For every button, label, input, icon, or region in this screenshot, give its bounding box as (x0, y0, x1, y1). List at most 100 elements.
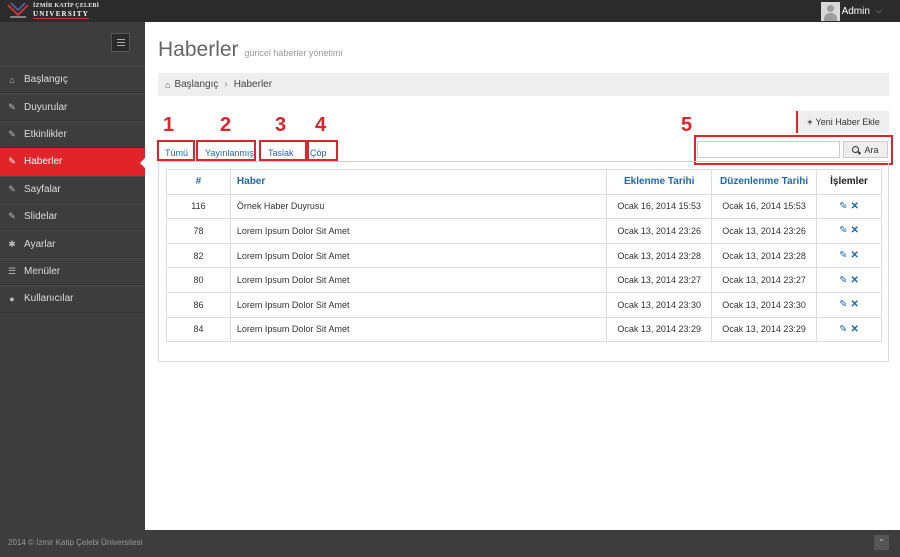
page-subtitle: güncel haberler yönetimi (244, 48, 343, 58)
sidebar-item-label: Duyurular (24, 101, 68, 113)
edit-icon[interactable]: ✎ (839, 250, 847, 261)
edit-icon: ✎ (8, 211, 16, 222)
delete-icon[interactable]: ✕ (851, 250, 859, 261)
edit-icon[interactable]: ✎ (839, 275, 847, 286)
edit-icon: ✎ (8, 101, 16, 112)
footer: 2014 © İzmir Katip Çelebi Üniversitesi ⌃ (0, 530, 900, 557)
filter-trash-link[interactable]: Çöp (310, 148, 327, 158)
cell-actions: ✎ ✕ (816, 316, 882, 343)
filter-all-link[interactable]: Tümü (165, 148, 188, 158)
cell-created: Ocak 13, 2014 23:30 (606, 291, 713, 318)
breadcrumb-home-link[interactable]: Başlangıç (174, 79, 218, 90)
annotation-3: 3 (275, 114, 287, 136)
cell-actions: ✎ ✕ (816, 218, 882, 244)
user-menu[interactable]: Admin ⌵ (820, 0, 882, 22)
annotation-1: 1 (163, 114, 175, 136)
search-button-label: Ara (864, 144, 879, 155)
cell-actions: ✎ ✕ (816, 291, 882, 318)
cell-title[interactable]: Lorem Ipsum Dolor Sit Amet (229, 316, 608, 343)
edit-icon[interactable]: ✎ (839, 225, 847, 236)
cell-id: 86 (166, 291, 231, 318)
sidebar-item-label: Menüler (24, 265, 61, 277)
sidebar-item-sayfalar[interactable]: ✎ Sayfalar (0, 175, 145, 203)
cell-title[interactable]: Lorem Ipsum Dolor Sit Amet (229, 218, 608, 244)
edit-icon: ✎ (8, 183, 16, 194)
scroll-top-button[interactable]: ⌃ (874, 535, 889, 550)
cell-created: Ocak 13, 2014 23:28 (606, 242, 713, 269)
filter-published-link[interactable]: Yayınlanmış (205, 148, 254, 158)
cell-updated: Ocak 13, 2014 23:30 (711, 291, 818, 318)
sidebar-item-label: Başlangıç (24, 74, 68, 86)
page-title: Haberler (158, 38, 239, 61)
breadcrumb-current: Haberler (233, 79, 273, 90)
cell-title[interactable]: Lorem Ipsum Dolor Sit Amet (229, 242, 608, 269)
user-name: Admin (841, 5, 870, 17)
sidebar-item-duyurular[interactable]: ✎ Duyurular (0, 93, 145, 121)
plus-icon: + (807, 117, 813, 127)
cell-title[interactable]: Örnek Haber Duyrusu (229, 193, 608, 220)
page-header: Haberler güncel haberler yönetimi (158, 38, 342, 62)
sidebar-item-etkinlikler[interactable]: ✎ Etkinlikler (0, 120, 145, 149)
sidebar-item-ayarlar[interactable]: ✱ Ayarlar (0, 230, 145, 258)
cell-title[interactable]: Lorem Ipsum Dolor Sit Amet (229, 291, 608, 318)
cell-created: Ocak 13, 2014 23:29 (606, 316, 713, 343)
sidebar-nav: ⌂ Başlangıç ✎ Duyurular ✎ Etkinlikler ✎ … (0, 66, 146, 313)
sidebar-item-label: Kullanıcılar (24, 293, 74, 305)
sidebar-item-label: Etkinlikler (24, 128, 67, 140)
column-header-id[interactable]: # (166, 169, 231, 195)
search-input[interactable] (697, 141, 840, 158)
gear-icon: ✱ (8, 238, 16, 249)
sidebar-item-label: Haberler (24, 156, 63, 168)
sidebar-item-label: Ayarlar (24, 238, 56, 250)
edit-icon[interactable]: ✎ (839, 299, 847, 310)
cell-title[interactable]: Lorem Ipsum Dolor Sit Amet (229, 267, 608, 293)
sidebar-item-label: Slidelar (24, 211, 58, 223)
table-header-row: # Haber Eklenme Tarihi Düzenlenme Tarihi… (166, 169, 882, 195)
annotation-5: 5 (681, 114, 693, 136)
sidebar-item-kullanicilar[interactable]: ● Kullanıcılar (0, 285, 145, 313)
list-icon: ☰ (7, 265, 17, 276)
cell-updated: Ocak 13, 2014 23:29 (711, 316, 818, 343)
search-button[interactable]: Ara (843, 141, 888, 158)
sidebar: ⌂ Başlangıç ✎ Duyurular ✎ Etkinlikler ✎ … (0, 22, 146, 530)
cell-id: 84 (166, 316, 231, 343)
sidebar-item-menuler[interactable]: ☰ Menüler (0, 257, 145, 286)
edit-icon: ✎ (8, 128, 16, 139)
column-header-updated[interactable]: Düzenlenme Tarihi (711, 169, 818, 195)
chevron-down-icon: ⌵ (875, 6, 882, 15)
sidebar-item-baslangic[interactable]: ⌂ Başlangıç (0, 66, 145, 94)
top-bar: İZMİR KATİP ÇELEBİ UNIVERSITY Admin ⌵ (0, 0, 900, 22)
sidebar-item-slidelar[interactable]: ✎ Slidelar (0, 202, 145, 231)
add-news-button[interactable]: + Yeni Haber Ekle (796, 111, 889, 133)
cell-created: Ocak 13, 2014 23:27 (606, 267, 713, 293)
column-header-created[interactable]: Eklenme Tarihi (606, 169, 713, 195)
delete-icon[interactable]: ✕ (851, 275, 859, 286)
table-row: 78 Lorem Ipsum Dolor Sit Amet Ocak 13, 201… (166, 218, 882, 244)
university-logo[interactable]: İZMİR KATİP ÇELEBİ UNIVERSITY (7, 2, 99, 19)
cell-updated: Ocak 13, 2014 23:26 (711, 218, 818, 244)
delete-icon[interactable]: ✕ (851, 299, 859, 310)
cell-id: 80 (166, 267, 231, 293)
edit-icon: ✎ (8, 156, 16, 167)
avatar (820, 1, 840, 21)
chevron-right-icon: › (224, 79, 228, 90)
sidebar-item-label: Sayfalar (24, 183, 61, 195)
delete-icon[interactable]: ✕ (851, 201, 859, 212)
table-row: 82 Lorem Ipsum Dolor Sit Amet Ocak 13, 201… (166, 242, 882, 269)
cell-created: Ocak 13, 2014 23:26 (606, 218, 713, 244)
edit-icon[interactable]: ✎ (839, 324, 847, 335)
annotation-2: 2 (220, 114, 232, 136)
delete-icon[interactable]: ✕ (851, 324, 859, 335)
filter-draft-link[interactable]: Taslak (268, 148, 294, 158)
home-icon: ⌂ (9, 74, 15, 85)
edit-icon[interactable]: ✎ (839, 201, 847, 212)
cell-created: Ocak 16, 2014 15:53 (606, 193, 713, 220)
column-header-title[interactable]: Haber (229, 169, 608, 195)
home-icon: ⌂ (165, 79, 171, 90)
cell-updated: Ocak 16, 2014 15:53 (711, 193, 818, 220)
sidebar-item-haberler[interactable]: ✎ Haberler (0, 148, 146, 176)
sidebar-toggle-button[interactable] (111, 33, 130, 52)
logo-line-1: İZMİR KATİP ÇELEBİ (33, 3, 100, 9)
delete-icon[interactable]: ✕ (851, 225, 859, 236)
cell-id: 78 (166, 218, 231, 244)
